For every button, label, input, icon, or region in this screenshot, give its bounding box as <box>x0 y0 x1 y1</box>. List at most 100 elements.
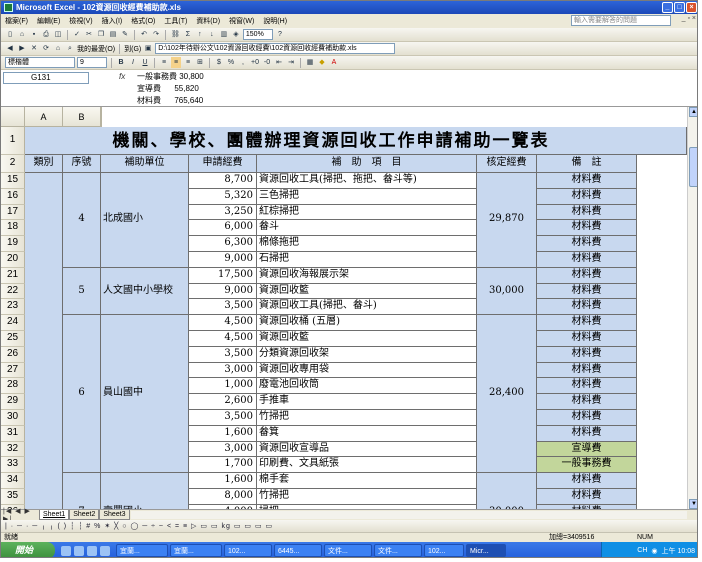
row-header[interactable]: 24 <box>1 315 25 331</box>
merge-center-icon[interactable]: ⊞ <box>195 57 205 68</box>
increase-decimal-icon[interactable]: +0 <box>250 57 260 68</box>
drawing-icon[interactable]: ◈ <box>231 29 241 40</box>
taskbar-item[interactable]: 文件... <box>324 544 372 557</box>
autosum-icon[interactable]: Σ <box>183 29 193 40</box>
goto-menu[interactable]: 到(G) <box>124 44 141 54</box>
fill-color-icon[interactable]: ◆ <box>317 57 327 68</box>
taskbar-item[interactable]: 宜蘭... <box>116 544 168 557</box>
header-unit[interactable]: 補助單位 <box>101 155 189 173</box>
amount-cell[interactable]: 3,000 <box>189 362 257 379</box>
sort-desc-icon[interactable]: ↓ <box>207 29 217 40</box>
cut-icon[interactable]: ✂ <box>84 29 94 40</box>
font-size-select[interactable]: 9 <box>77 57 107 68</box>
item-cell[interactable]: 資源回收工具(掃把、畚斗) <box>257 299 477 316</box>
note-cell[interactable]: 材料費 <box>537 346 637 363</box>
row-header[interactable]: 34 <box>1 473 25 489</box>
font-name-select[interactable]: 標楷體 <box>5 57 75 68</box>
undo-icon[interactable]: ↶ <box>139 29 149 40</box>
amount-cell[interactable]: 4,500 <box>189 331 257 347</box>
item-cell[interactable]: 棉條拖把 <box>257 236 477 252</box>
save-icon[interactable]: ▪ <box>29 29 39 40</box>
note-cell[interactable]: 材料費 <box>537 489 637 505</box>
group-approved[interactable]: 30,000 <box>477 473 537 509</box>
note-cell[interactable]: 材料費 <box>537 252 637 268</box>
item-cell[interactable]: 竹掃把 <box>257 489 477 505</box>
favorites-menu[interactable]: 我的最愛(O) <box>77 44 115 54</box>
italic-button[interactable]: I <box>128 57 138 68</box>
tab-sheet2[interactable]: Sheet2 <box>69 510 100 520</box>
note-cell[interactable]: 一般事務費 <box>537 457 637 474</box>
row-header[interactable]: 30 <box>1 410 25 426</box>
select-all-corner[interactable] <box>1 107 25 127</box>
currency-button[interactable]: $ <box>214 57 224 68</box>
scroll-up-icon[interactable]: ▲ <box>689 107 697 117</box>
group-seq[interactable]: 7 <box>63 473 101 509</box>
item-cell[interactable]: 手推車 <box>257 394 477 410</box>
header-item[interactable]: 補 助 項 目 <box>257 155 477 173</box>
maximize-button[interactable]: □ <box>674 2 685 13</box>
note-cell[interactable]: 材料費 <box>537 188 637 205</box>
note-cell[interactable]: 材料費 <box>537 220 637 237</box>
refresh-icon[interactable]: ⟳ <box>41 43 51 54</box>
row-header[interactable]: 31 <box>1 425 25 442</box>
amount-cell[interactable]: 9,000 <box>189 283 257 300</box>
copy-icon[interactable]: ❐ <box>96 29 106 40</box>
decrease-decimal-icon[interactable]: -0 <box>262 57 272 68</box>
item-cell[interactable]: 印刷費、文具紙張 <box>257 457 477 474</box>
sheet-title[interactable]: 機關、學校、團體辦理資源回收工作申請補助一覽表 <box>25 127 637 155</box>
amount-cell[interactable]: 8,700 <box>189 173 257 189</box>
row-header[interactable]: 28 <box>1 378 25 395</box>
amount-cell[interactable]: 3,500 <box>189 299 257 316</box>
note-cell[interactable]: 宣導費 <box>537 441 637 458</box>
column-header[interactable]: A <box>25 107 63 127</box>
header-approved[interactable]: 核定經費 <box>477 155 537 173</box>
quicklaunch-icon[interactable] <box>61 545 71 556</box>
item-cell[interactable]: 資源回收籃 <box>257 331 477 347</box>
percent-button[interactable]: % <box>226 57 236 68</box>
row-header[interactable]: 19 <box>1 236 25 252</box>
amount-cell[interactable]: 4,500 <box>189 315 257 331</box>
amount-cell[interactable]: 3,000 <box>189 441 257 458</box>
header-category[interactable]: 類別 <box>25 155 63 173</box>
item-cell[interactable]: 棉手套 <box>257 473 477 489</box>
row-header[interactable]: 23 <box>1 299 25 316</box>
menu-window[interactable]: 視窗(W) <box>229 16 254 26</box>
header-amount[interactable]: 申請經費 <box>189 155 257 173</box>
underline-button[interactable]: U <box>140 57 150 68</box>
start-button[interactable]: 開始 <box>1 542 55 557</box>
item-cell[interactable]: 廢電池回收筒 <box>257 378 477 395</box>
quicklaunch-icon[interactable] <box>74 545 84 556</box>
document-window-controls[interactable]: _ ▫ × <box>682 15 696 22</box>
category-cell[interactable] <box>25 173 63 509</box>
vertical-scrollbar[interactable]: ▲ ▼ <box>687 107 697 509</box>
item-cell[interactable]: 資源回收籃 <box>257 283 477 300</box>
language-indicator[interactable]: CH <box>637 547 647 554</box>
format-painter-icon[interactable]: ✎ <box>120 29 130 40</box>
back-icon[interactable]: ◀ <box>5 43 15 54</box>
tab-sheet3[interactable]: Sheet3 <box>99 510 130 520</box>
row-header[interactable]: 25 <box>1 331 25 347</box>
row-header[interactable]: 15 <box>1 173 25 189</box>
row-header[interactable]: 18 <box>1 220 25 237</box>
menu-edit[interactable]: 編輯(E) <box>37 16 60 26</box>
show-only-web-toolbar-icon[interactable]: ▣ <box>143 43 153 54</box>
note-cell[interactable]: 材料費 <box>537 236 637 252</box>
amount-cell[interactable]: 17,500 <box>189 267 257 284</box>
amount-cell[interactable]: 3,250 <box>189 204 257 221</box>
drawing-toolbar-glyphs[interactable]: | · ─ · ─ ╷ ╷ ( ) ┆ ┆ # % ✶ ╳ ○ ◯ ─ ÷ ~ … <box>5 522 273 530</box>
paste-icon[interactable]: ▤ <box>108 29 118 40</box>
note-cell[interactable]: 材料費 <box>537 362 637 379</box>
tray-icon[interactable]: ◉ <box>651 547 657 555</box>
amount-cell[interactable]: 1,600 <box>189 425 257 442</box>
note-cell[interactable]: 材料費 <box>537 425 637 442</box>
taskbar-item[interactable]: 宜蘭... <box>170 544 222 557</box>
spelling-icon[interactable]: ✓ <box>72 29 82 40</box>
note-cell[interactable]: 材料費 <box>537 394 637 410</box>
taskbar-item[interactable]: 文件... <box>374 544 422 557</box>
chart-wizard-icon[interactable]: ▥ <box>219 29 229 40</box>
amount-cell[interactable]: 6,300 <box>189 236 257 252</box>
help-search-input[interactable]: 輸入需要解答的問題 <box>571 15 671 26</box>
group-approved[interactable]: 30,000 <box>477 267 537 316</box>
item-cell[interactable]: 分類資源回收架 <box>257 346 477 363</box>
item-cell[interactable]: 資源回收桶 (五層) <box>257 315 477 331</box>
